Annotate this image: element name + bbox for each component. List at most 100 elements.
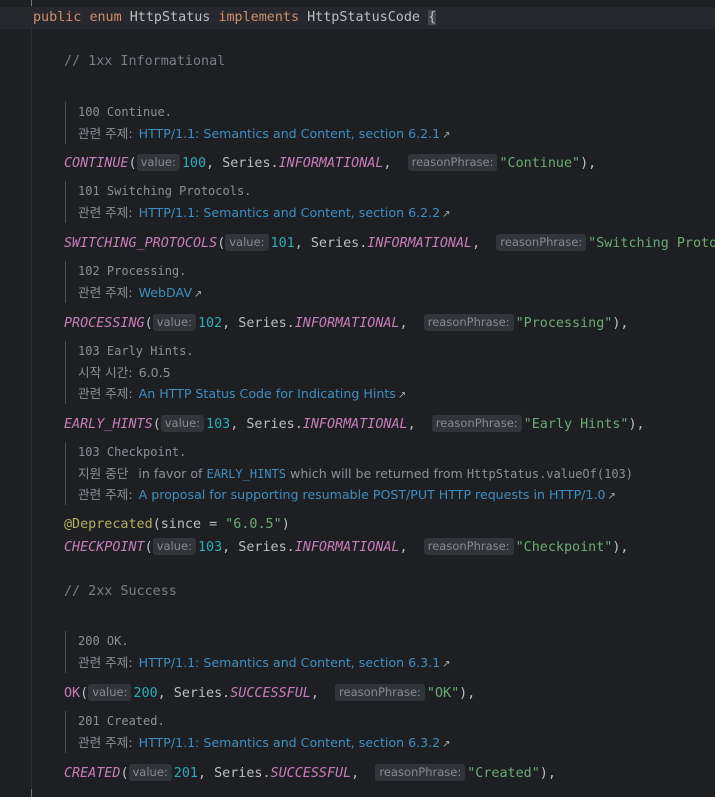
enum-constant-name: SWITCHING_PROTOCOLS [64, 236, 218, 251]
line-tail: ), [580, 156, 597, 171]
series-value: INFORMATIONAL [367, 236, 473, 251]
enum-constant-line[interactable]: PROCESSING(value: 102, Series.INFORMATION… [64, 313, 628, 335]
external-link-icon: ↗ [442, 659, 451, 670]
comment-success: // 2xx Success [64, 584, 177, 599]
enum-constant-line[interactable]: CREATED(value: 201, Series.SUCCESSFUL, re… [64, 763, 556, 785]
annotation-args-open: (since = [152, 517, 226, 532]
series-value: INFORMATIONAL [294, 316, 400, 331]
series-prefix: Series. [238, 540, 295, 555]
enum-constant-name: CONTINUE [64, 156, 129, 171]
series-prefix: Series. [246, 417, 303, 432]
external-link-icon: ↗ [397, 390, 407, 401]
doc-link[interactable]: WebDAV [139, 285, 192, 300]
deprecated-replacement-link[interactable]: EARLY_HINTS [207, 467, 286, 481]
doc-link[interactable]: HTTP/1.1: Semantics and Content, section… [139, 205, 441, 220]
series-prefix: Series. [222, 156, 279, 171]
doc-link[interactable]: An HTTP Status Code for Indicating Hints [139, 386, 396, 401]
enum-constant-name: CHECKPOINT [64, 540, 145, 555]
see-also-label: 관련 주제: [78, 126, 133, 141]
reason-phrase: "Continue" [499, 156, 581, 171]
doc-title: 100 Continue. [78, 105, 172, 119]
fold-marker-bottom[interactable] [31, 789, 32, 797]
see-also-label: 관련 주제: [78, 655, 133, 670]
series-prefix: Series. [214, 766, 271, 781]
param-hint-reason: reasonPhrase: [423, 538, 514, 555]
external-link-icon: ↗ [607, 491, 616, 502]
series-value: SUCCESSFUL [230, 686, 311, 701]
comment-informational: // 1xx Informational [64, 54, 226, 69]
param-hint-reason: reasonPhrase: [423, 314, 514, 331]
param-hint-value: value: [160, 415, 205, 432]
param-hint-value: value: [152, 538, 196, 555]
doc-comment-created[interactable]: 201 Created. 관련 주제: HTTP/1.1: Semantics a… [65, 711, 451, 753]
enum-constant-name: OK [64, 686, 81, 701]
annotation-name: @Deprecated [64, 517, 153, 532]
series-value: INFORMATIONAL [294, 540, 400, 555]
deprecated-call: HttpStatus.valueOf(103) [466, 467, 633, 481]
reason-phrase: "Checkpoint" [515, 540, 613, 555]
reason-phrase: "Created" [467, 766, 540, 781]
status-code-value: 200 [133, 686, 158, 701]
see-also-label: 관련 주제: [78, 285, 133, 300]
enum-constant-line[interactable]: EARLY_HINTS(value: 103, Series.INFORMATIO… [64, 414, 645, 436]
line-tail: ), [539, 766, 556, 781]
external-link-icon: ↗ [442, 739, 451, 750]
keyword-implements: implements [218, 10, 300, 25]
doc-comment-checkpoint[interactable]: 103 Checkpoint. 지원 중단 in favor of EARLY_… [65, 442, 633, 505]
doc-title: 102 Processing. [78, 264, 187, 278]
since-label: 시작 시간: [78, 365, 133, 380]
deprecated-text-pre: in favor of [138, 466, 203, 481]
doc-link[interactable]: HTTP/1.1: Semantics and Content, section… [139, 735, 441, 750]
doc-title: 201 Created. [78, 714, 165, 728]
see-also-label: 관련 주제: [78, 487, 133, 502]
param-hint-reason: reasonPhrase: [496, 234, 587, 251]
series-prefix: Series. [238, 316, 295, 331]
doc-title: 103 Checkpoint. [78, 445, 187, 459]
doc-comment-early-hints[interactable]: 103 Early Hints. 시작 시간: 6.0.5 관련 주제: An HT… [65, 341, 406, 404]
doc-link[interactable]: A proposal for supporting resumable POST… [139, 487, 606, 502]
enum-constant-line[interactable]: CONTINUE(value: 100, Series.INFORMATIONAL… [64, 153, 596, 175]
doc-link[interactable]: HTTP/1.1: Semantics and Content, section… [139, 655, 441, 670]
reason-phrase: "Processing" [515, 316, 613, 331]
status-code-value: 201 [173, 766, 198, 781]
line-tail: ), [612, 540, 629, 555]
deprecated-label: 지원 중단 [78, 466, 129, 481]
reason-phrase: "Switching Protoc [588, 236, 715, 251]
enum-constant-line[interactable]: SWITCHING_PROTOCOLS(value: 101, Series.IN… [64, 233, 715, 255]
enum-constant-name: EARLY_HINTS [64, 417, 153, 432]
doc-link[interactable]: HTTP/1.1: Semantics and Content, section… [139, 126, 441, 141]
param-hint-reason: reasonPhrase: [431, 415, 522, 432]
doc-title: 103 Early Hints. [78, 344, 194, 358]
annotation-args-close: ) [281, 517, 290, 532]
class-name: HttpStatus [129, 10, 211, 25]
enum-constant-line[interactable]: CHECKPOINT(value: 103, Series.INFORMATION… [64, 537, 628, 559]
keyword-public: public [33, 10, 82, 25]
doc-comment-processing[interactable]: 102 Processing. 관련 주제: WebDAV ↗ [65, 261, 202, 303]
deprecated-text-mid: which will be returned from [290, 466, 463, 481]
series-value: INFORMATIONAL [278, 156, 384, 171]
interface-name: HttpStatusCode [307, 10, 420, 25]
enum-declaration-line[interactable]: public enum HttpStatus implements HttpSt… [0, 7, 715, 29]
param-hint-value: value: [88, 684, 132, 701]
status-code-value: 102 [197, 316, 223, 331]
series-prefix: Series. [173, 686, 231, 701]
line-tail: ), [628, 417, 645, 432]
fold-marker-top[interactable] [31, 0, 32, 6]
param-hint-reason: reasonPhrase: [407, 154, 498, 171]
keyword-enum: enum [89, 10, 122, 25]
doc-comment-ok[interactable]: 200 OK. 관련 주제: HTTP/1.1: Semantics and Co… [65, 631, 451, 673]
param-hint-reason: reasonPhrase: [375, 764, 466, 781]
status-code-value: 103 [206, 417, 231, 432]
series-prefix: Series. [310, 236, 368, 251]
deprecated-annotation-line[interactable]: @Deprecated(since = "6.0.5") [64, 514, 290, 536]
doc-comment-switching-protocols[interactable]: 101 Switching Protocols. 관련 주제: HTTP/1.1:… [65, 181, 451, 223]
param-hint-value: value: [128, 764, 172, 781]
param-hint-value: value: [225, 234, 269, 251]
enum-constant-line[interactable]: OK(value: 200, Series.SUCCESSFUL, reasonP… [64, 683, 475, 705]
external-link-icon: ↗ [193, 289, 203, 300]
since-version: 6.0.5 [138, 365, 171, 380]
doc-comment-continue[interactable]: 100 Continue. 관련 주제: HTTP/1.1: Semantics … [65, 102, 451, 144]
external-link-icon: ↗ [442, 209, 451, 220]
external-link-icon: ↗ [442, 130, 451, 141]
line-tail: ), [459, 686, 476, 701]
